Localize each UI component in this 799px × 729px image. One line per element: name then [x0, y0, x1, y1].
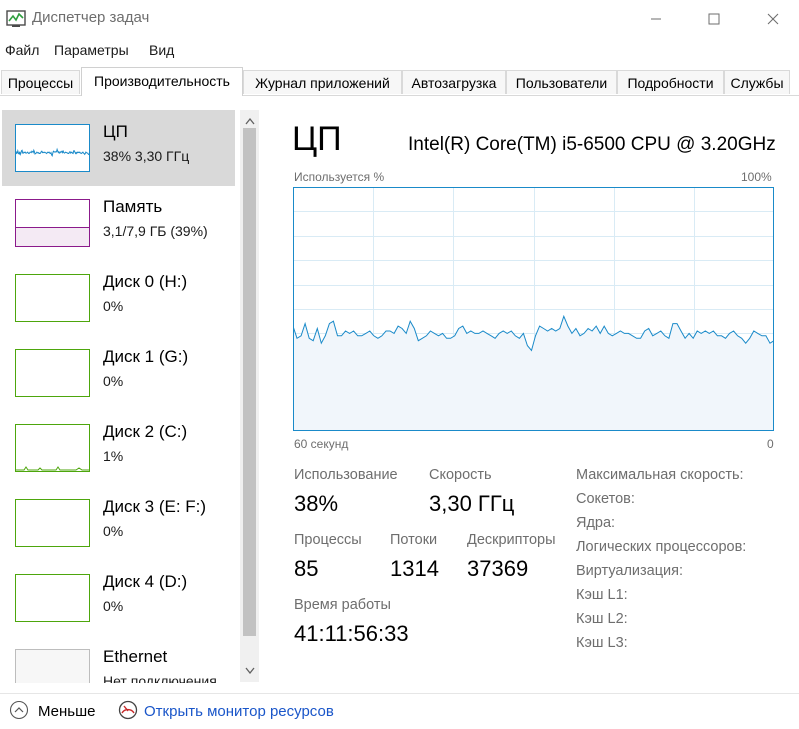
sidebar-item-sub: Нет подключения [103, 673, 217, 683]
handles-value: 37369 [467, 556, 529, 581]
sidebar-item-ethernet[interactable]: Ethernet Нет подключения [2, 635, 235, 683]
menu-file[interactable]: Файл [5, 42, 39, 58]
disk-thumbnail [15, 424, 90, 472]
sidebar-item-name: Диск 0 (H:) [103, 272, 188, 291]
tab-services[interactable]: Службы [724, 70, 790, 94]
usage-label: Использование [294, 467, 398, 483]
open-resource-monitor-link[interactable]: Открыть монитор ресурсов [144, 703, 334, 720]
close-button[interactable] [750, 0, 796, 38]
memory-thumbnail [15, 199, 90, 247]
sidebar-item-name: Диск 4 (D:) [103, 572, 188, 591]
sidebar-item-name: Диск 1 (G:) [103, 347, 189, 366]
uptime-value: 41:11:56:33 [294, 621, 409, 646]
threads-label: Потоки [390, 532, 438, 548]
ethernet-thumbnail [15, 649, 90, 683]
resource-sidebar: ЦП 38% 3,30 ГГц Память 3,1/7,9 ГБ (39%) … [0, 108, 238, 683]
sidebar-item-sub: 0% [103, 373, 124, 389]
spec-l2-cache: Кэш L2: [576, 611, 628, 627]
cpu-mini-graph [16, 147, 89, 158]
handles-label: Дескрипторы [467, 532, 556, 548]
sidebar-item-disk-3[interactable]: Диск 3 (E: F:) 0% [2, 485, 235, 561]
menu-view[interactable]: Вид [149, 42, 174, 58]
sidebar-item-sub: 3,1/7,9 ГБ (39%) [103, 223, 208, 239]
page-title: ЦП [292, 120, 342, 158]
uptime-label: Время работы [294, 597, 391, 613]
disk-thumbnail [15, 499, 90, 547]
scroll-up-button[interactable] [240, 113, 259, 129]
sidebar-item-disk-4[interactable]: Диск 4 (D:) 0% [2, 560, 235, 636]
spec-l3-cache: Кэш L3: [576, 635, 628, 651]
processes-label: Процессы [294, 532, 362, 548]
graph-label-time-zero: 0 [767, 437, 774, 451]
disk-thumbnail [15, 349, 90, 397]
tab-users[interactable]: Пользователи [506, 70, 617, 94]
tab-startup[interactable]: Автозагрузка [402, 70, 506, 94]
sidebar-item-disk-2[interactable]: Диск 2 (C:) 1% [2, 410, 235, 486]
minimize-icon [651, 18, 661, 20]
window-title: Диспетчер задач [32, 9, 150, 26]
sidebar-item-sub: 38% 3,30 ГГц [103, 148, 190, 164]
disk-thumbnail [15, 574, 90, 622]
cpu-usage-graph [293, 187, 774, 431]
chevron-up-circle-icon[interactable] [9, 700, 29, 720]
task-manager-app-icon [6, 10, 26, 27]
tab-details[interactable]: Подробности [617, 70, 724, 94]
disk-2-mini-graph [16, 466, 89, 471]
sidebar-item-sub: 0% [103, 598, 124, 614]
scroll-down-button[interactable] [240, 662, 259, 678]
sidebar-item-sub: 1% [103, 448, 124, 464]
tab-processes[interactable]: Процессы [1, 70, 80, 94]
cpu-model-name: Intel(R) Core(TM) i5-6500 CPU @ 3.20GHz [408, 134, 776, 155]
sidebar-item-name: Диск 2 (C:) [103, 422, 188, 441]
spec-virtualization: Виртуализация: [576, 563, 684, 579]
sidebar-item-disk-1[interactable]: Диск 1 (G:) 0% [2, 335, 235, 411]
chevron-up-icon [244, 117, 255, 124]
chevron-down-icon [244, 667, 255, 674]
menu-options[interactable]: Параметры [54, 42, 129, 58]
maximize-icon [708, 13, 720, 25]
minimize-button[interactable] [633, 0, 679, 38]
spec-sockets: Сокетов: [576, 491, 635, 507]
threads-value: 1314 [390, 556, 439, 581]
speed-value: 3,30 ГГц [429, 491, 515, 516]
spec-logical-processors: Логических процессоров: [576, 539, 747, 555]
tab-app-history[interactable]: Журнал приложений [243, 70, 402, 94]
sidebar-item-memory[interactable]: Память 3,1/7,9 ГБ (39%) [2, 185, 235, 261]
close-icon [767, 13, 779, 25]
scroll-thumb[interactable] [243, 128, 256, 636]
cpu-thumbnail [15, 124, 90, 172]
sidebar-item-sub: 0% [103, 298, 124, 314]
sidebar-item-disk-0[interactable]: Диск 0 (H:) 0% [2, 260, 235, 336]
fewer-details-button[interactable]: Меньше [38, 703, 95, 720]
resource-monitor-icon [118, 700, 138, 720]
spec-l1-cache: Кэш L1: [576, 587, 628, 603]
graph-label-utilization: Используется % [294, 170, 385, 184]
processes-value: 85 [294, 556, 319, 581]
sidebar-item-sub: 0% [103, 523, 124, 539]
graph-label-time-span: 60 секунд [294, 437, 349, 451]
tab-performance[interactable]: Производительность [81, 67, 243, 96]
usage-value: 38% [294, 491, 339, 516]
disk-thumbnail [15, 274, 90, 322]
spec-max-speed: Максимальная скорость: [576, 467, 744, 483]
maximize-button[interactable] [691, 0, 737, 38]
sidebar-item-cpu[interactable]: ЦП 38% 3,30 ГГц [2, 110, 235, 186]
sidebar-item-name: Память [103, 197, 163, 216]
graph-label-max: 100% [741, 170, 772, 184]
sidebar-item-name: Диск 3 (E: F:) [103, 497, 207, 516]
sidebar-item-name: Ethernet [103, 647, 168, 666]
memory-fill [16, 227, 89, 246]
sidebar-item-name: ЦП [103, 122, 128, 141]
spec-cores: Ядра: [576, 515, 616, 531]
speed-label: Скорость [429, 467, 492, 483]
